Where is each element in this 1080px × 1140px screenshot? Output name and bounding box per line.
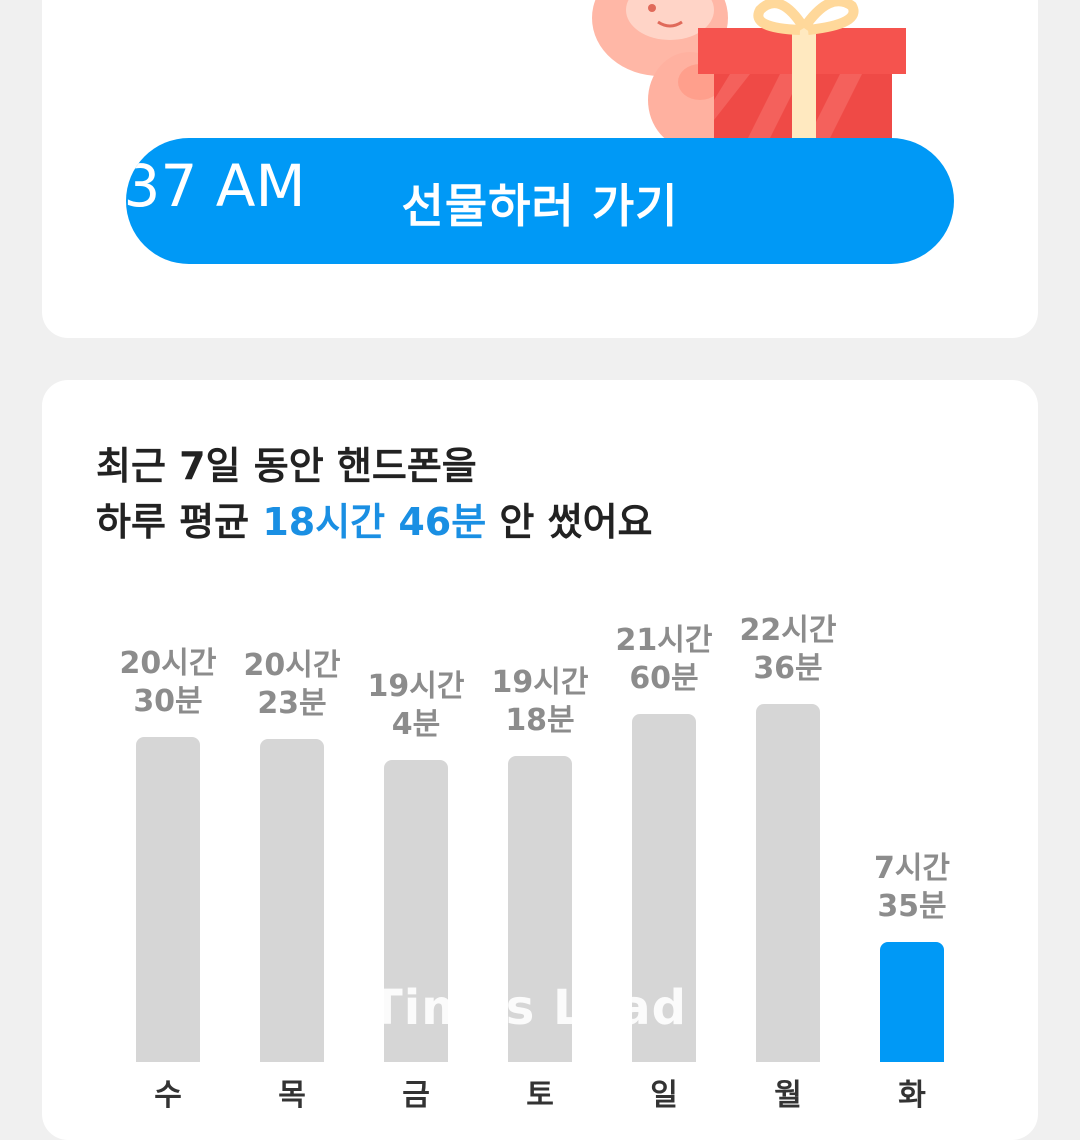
bar-column: 7시간 35분	[874, 851, 950, 1062]
day-label: 금	[402, 1078, 430, 1113]
headline-line1: 최근 7일 동안 핸드폰을	[96, 444, 477, 488]
day-label: 목	[278, 1078, 306, 1113]
bar-column: 22시간 36분	[740, 613, 836, 1062]
overlay-time: :37 AM	[126, 152, 306, 220]
day-label: 화	[898, 1078, 926, 1113]
bar-today	[880, 942, 944, 1062]
day-label: 월	[774, 1078, 802, 1113]
average-time-highlight: 18시간 46분	[262, 500, 487, 544]
day-label: 토	[526, 1078, 554, 1113]
headline-suffix: 안 썼어요	[486, 500, 653, 544]
bar-column: 20시간 30분	[120, 646, 216, 1062]
bar-value-label: 22시간 36분	[739, 613, 837, 686]
bar	[756, 704, 820, 1062]
bar-value-label: 7시간 35분	[873, 851, 951, 924]
headline-line2: 하루 평균 18시간 46분 안 썼어요	[96, 494, 996, 550]
gift-button[interactable]: 선물하러 가기 :37 AM	[126, 138, 954, 264]
usage-headline: 최근 7일 동안 핸드폰을 하루 평균 18시간 46분 안 썼어요	[96, 438, 996, 550]
headline-prefix: 하루 평균	[96, 500, 263, 544]
day-label: 일	[650, 1078, 678, 1113]
bar	[136, 737, 200, 1062]
bar	[260, 739, 324, 1062]
watermark: Times Lead	[370, 980, 687, 1036]
gift-box-with-character-icon	[592, 0, 906, 150]
day-label: 수	[154, 1078, 182, 1113]
bar-column: 20시간 23분	[244, 648, 340, 1062]
